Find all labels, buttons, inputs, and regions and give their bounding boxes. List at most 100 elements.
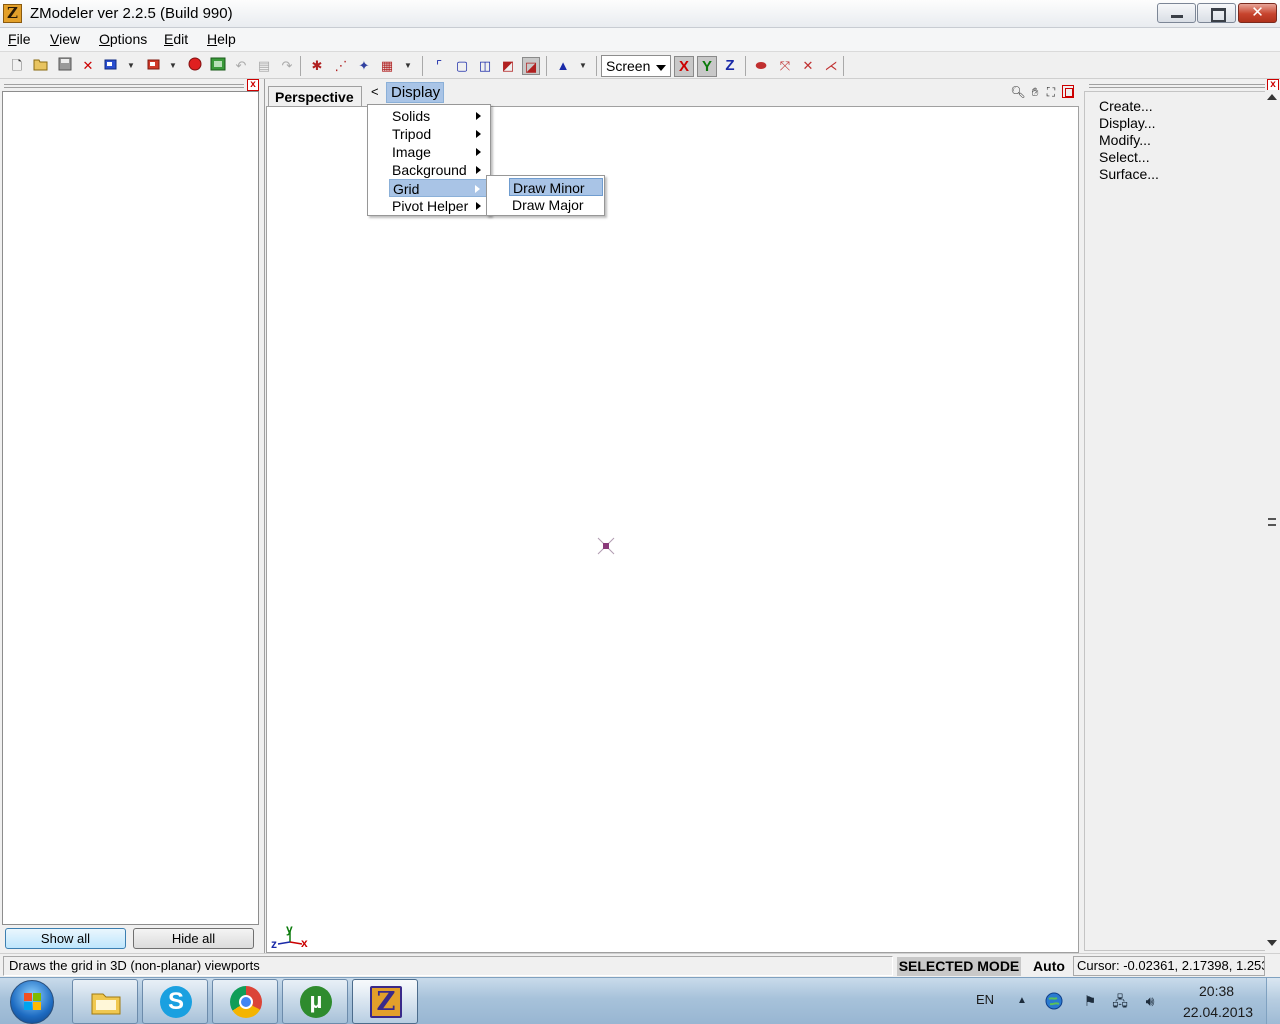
- language-indicator[interactable]: EN: [976, 992, 994, 1007]
- menu-item-draw-major[interactable]: Draw Major: [509, 196, 603, 214]
- submenu-arrow-icon: [476, 130, 481, 138]
- menu-item-background[interactable]: Background: [389, 161, 487, 179]
- command-create[interactable]: Create...: [1099, 98, 1153, 115]
- select-figure-icon[interactable]: ✦: [355, 57, 373, 75]
- viewport-title[interactable]: Perspective: [268, 86, 362, 106]
- clipboard-icon[interactable]: ▤: [255, 57, 273, 75]
- maximize-viewport-icon[interactable]: ⛶: [1043, 84, 1059, 100]
- import-icon[interactable]: [102, 57, 120, 75]
- command-panel-scrollbar[interactable]: [1265, 90, 1280, 952]
- command-display[interactable]: Display...: [1099, 115, 1156, 132]
- redo-icon[interactable]: ↷: [278, 57, 296, 75]
- clock-date[interactable]: 22.04.2013: [1183, 1004, 1253, 1020]
- taskbar-explorer[interactable]: [72, 979, 138, 1024]
- axis-x-toggle[interactable]: X: [674, 56, 694, 77]
- close-viewport-icon[interactable]: [1062, 85, 1074, 98]
- taskbar-utorrent[interactable]: µ: [282, 979, 348, 1024]
- zoom-icon[interactable]: 🔍︎: [1010, 84, 1026, 100]
- network-globe-icon[interactable]: [1045, 992, 1063, 1010]
- taskbar-zmodeler[interactable]: Z: [352, 979, 418, 1024]
- menu-item-pivot-helper[interactable]: Pivot Helper: [389, 197, 487, 215]
- close-panel-icon[interactable]: x: [247, 79, 259, 91]
- rotate-icon[interactable]: ⋌: [822, 57, 840, 75]
- command-modify[interactable]: Modify...: [1099, 132, 1151, 149]
- zmodeler-app-icon[interactable]: Z: [3, 4, 22, 23]
- minimize-button[interactable]: [1157, 3, 1196, 23]
- skype-icon: S: [160, 986, 192, 1018]
- record-icon[interactable]: [186, 57, 204, 75]
- viewport-display-menu[interactable]: Display: [386, 82, 444, 103]
- show-desktop-button[interactable]: [1266, 978, 1280, 1024]
- delete-icon[interactable]: ✕: [79, 57, 97, 75]
- perspective-viewport[interactable]: [266, 106, 1079, 953]
- side-view-icon[interactable]: ◫: [476, 57, 494, 75]
- select-dropdown-icon[interactable]: ▼: [402, 57, 414, 75]
- show-all-button[interactable]: Show all: [5, 928, 126, 949]
- title-bar: Z ZModeler ver 2.2.5 (Build 990) ✕: [0, 0, 1280, 28]
- scroll-down-icon[interactable]: [1267, 940, 1277, 946]
- new-file-icon[interactable]: 🗋: [8, 57, 26, 75]
- toolbar-separator: [546, 56, 547, 76]
- top-view-icon[interactable]: ▢: [453, 57, 471, 75]
- user-view-icon[interactable]: ◪: [522, 57, 540, 75]
- restore-button[interactable]: [1197, 3, 1236, 23]
- panel-grip[interactable]: [4, 84, 244, 88]
- command-surface[interactable]: Surface...: [1099, 166, 1159, 183]
- hide-all-button[interactable]: Hide all: [133, 928, 254, 949]
- network-icon[interactable]: 🖧︎: [1111, 992, 1129, 1010]
- toolbar-separator: [596, 56, 597, 76]
- selection-mode-indicator[interactable]: SELECTED MODE: [897, 957, 1021, 976]
- zmodeler-icon: Z: [370, 986, 402, 1018]
- start-button[interactable]: [10, 980, 54, 1024]
- select-object-icon[interactable]: ▦: [378, 57, 396, 75]
- menu-item-draw-minor[interactable]: Draw Minor: [509, 178, 603, 196]
- status-bar: Draws the grid in 3D (non-planar) viewpo…: [0, 953, 1280, 977]
- volume-icon[interactable]: 🔊︎: [1141, 992, 1159, 1010]
- command-list: Create... Display... Modify... Select...…: [1084, 91, 1266, 951]
- scale-icon[interactable]: ✕: [799, 57, 817, 75]
- import-dropdown-icon[interactable]: ▼: [125, 57, 137, 75]
- menu-file[interactable]: File: [8, 31, 31, 47]
- clock-time[interactable]: 20:38: [1199, 983, 1234, 999]
- scroll-thumb[interactable]: [1268, 518, 1276, 526]
- export-dropdown-icon[interactable]: ▼: [167, 57, 179, 75]
- coordinate-space-select[interactable]: Screen: [601, 55, 671, 77]
- scroll-up-icon[interactable]: [1267, 94, 1277, 100]
- action-center-flag-icon[interactable]: ⚑: [1081, 992, 1099, 1010]
- close-icon: ✕: [1251, 4, 1264, 21]
- axis-z-toggle[interactable]: Z: [720, 56, 740, 77]
- open-folder-icon[interactable]: [32, 57, 50, 75]
- export-icon[interactable]: [145, 57, 163, 75]
- object-list[interactable]: [2, 91, 259, 925]
- axis-y-toggle[interactable]: Y: [697, 56, 717, 77]
- select-edge-icon[interactable]: ⋰: [332, 57, 350, 75]
- panel-grip[interactable]: [1089, 84, 1265, 88]
- undo-icon[interactable]: ↶: [232, 57, 250, 75]
- gizmo-x-label: x: [301, 936, 308, 950]
- save-icon[interactable]: [56, 57, 74, 75]
- menu-view[interactable]: View: [50, 31, 80, 47]
- command-select[interactable]: Select...: [1099, 149, 1150, 166]
- menu-edit[interactable]: Edit: [164, 31, 188, 47]
- close-button[interactable]: ✕: [1238, 3, 1277, 23]
- show-hidden-icons-icon[interactable]: ▲: [1013, 992, 1031, 1010]
- pan-hand-icon[interactable]: ✋︎: [1027, 84, 1043, 100]
- menu-help[interactable]: Help: [207, 31, 236, 47]
- menu-item-solids[interactable]: Solids: [389, 107, 487, 125]
- move-icon[interactable]: ⤧: [776, 57, 794, 75]
- menu-options[interactable]: Options: [99, 31, 147, 47]
- menu-item-image[interactable]: Image: [389, 143, 487, 161]
- taskbar-chrome[interactable]: [212, 979, 278, 1024]
- menu-item-tripod[interactable]: Tripod: [389, 125, 487, 143]
- lighting-icon[interactable]: ▲: [554, 57, 572, 75]
- menu-item-grid[interactable]: Grid: [389, 179, 487, 197]
- viewport-back-button[interactable]: <: [371, 84, 383, 104]
- auto-mode-indicator[interactable]: Auto: [1027, 957, 1071, 976]
- taskbar-skype[interactable]: S: [142, 979, 208, 1024]
- render-icon[interactable]: [209, 57, 227, 75]
- perspective-view-icon[interactable]: ◩: [499, 57, 517, 75]
- select-vertex-icon[interactable]: ✱: [308, 57, 326, 75]
- lighting-dropdown-icon[interactable]: ▼: [577, 57, 589, 75]
- magnet-icon[interactable]: ⬬: [752, 57, 770, 75]
- front-view-icon[interactable]: ⌜: [430, 57, 448, 75]
